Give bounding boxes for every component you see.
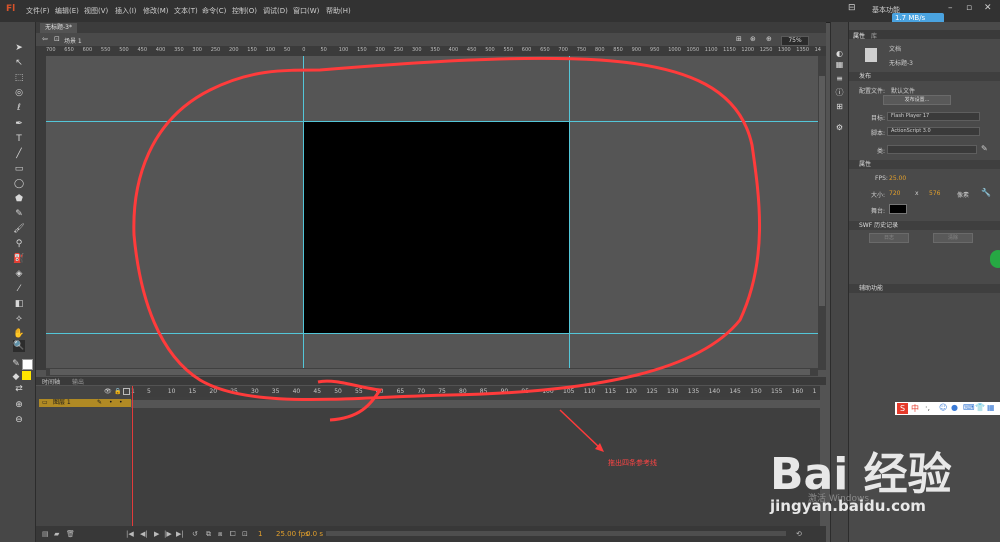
annotation-label: 拖出四条参考线	[608, 459, 657, 467]
annotation-ellipse	[132, 56, 761, 402]
annotation-arrow	[559, 409, 601, 449]
baidu-watermark-url: jingyan.baidu.com	[770, 497, 926, 515]
